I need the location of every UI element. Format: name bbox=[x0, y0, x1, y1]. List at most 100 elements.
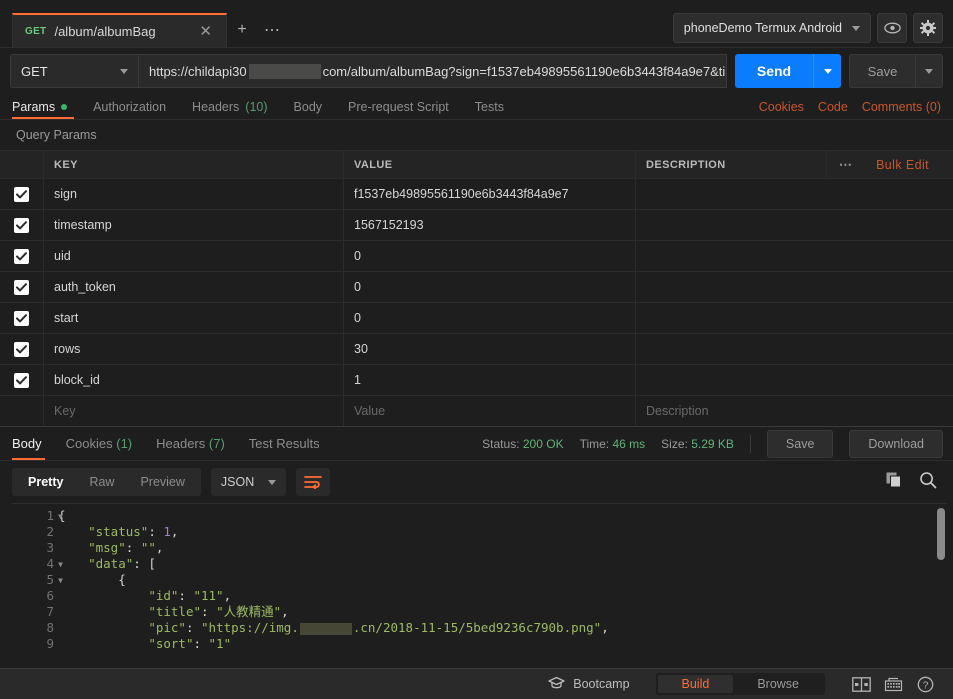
environment-selector[interactable]: phoneDemo Termux Android bbox=[672, 13, 871, 43]
table-row-empty[interactable]: Key Value Description bbox=[0, 395, 953, 426]
row-checkbox[interactable] bbox=[0, 334, 44, 364]
view-mode-pretty[interactable]: Pretty bbox=[15, 471, 76, 493]
param-description[interactable] bbox=[636, 334, 953, 364]
param-key[interactable]: auth_token bbox=[44, 272, 344, 302]
send-button[interactable]: Send bbox=[735, 54, 813, 88]
checkbox-icon[interactable] bbox=[14, 217, 29, 233]
param-value[interactable]: 0 bbox=[344, 272, 636, 302]
value-input-empty[interactable]: Value bbox=[344, 396, 636, 426]
param-description[interactable] bbox=[636, 179, 953, 209]
close-icon[interactable]: ✕ bbox=[195, 22, 216, 40]
param-key[interactable]: uid bbox=[44, 241, 344, 271]
table-row[interactable]: block_id 1 bbox=[0, 364, 953, 395]
view-mode-raw[interactable]: Raw bbox=[76, 471, 127, 493]
key-input-empty[interactable]: Key bbox=[44, 396, 344, 426]
checkbox-icon[interactable] bbox=[14, 248, 29, 264]
plus-icon[interactable]: + bbox=[227, 13, 257, 47]
tab-body[interactable]: Body bbox=[294, 94, 323, 120]
param-value[interactable]: f1537eb49895561190e6b3443f84a9e7 bbox=[344, 179, 636, 209]
cookies-link[interactable]: Cookies bbox=[759, 100, 804, 114]
vertical-scrollbar[interactable] bbox=[937, 508, 945, 560]
code-link[interactable]: Code bbox=[818, 100, 848, 114]
table-row[interactable]: timestamp 1567152193 bbox=[0, 209, 953, 240]
line-number: 8 bbox=[46, 620, 54, 635]
eye-icon[interactable] bbox=[877, 13, 907, 43]
fold-toggle-icon[interactable]: ▼ bbox=[58, 557, 63, 573]
param-description[interactable] bbox=[636, 210, 953, 240]
param-key[interactable]: start bbox=[44, 303, 344, 333]
table-row[interactable]: sign f1537eb49895561190e6b3443f84a9e7 bbox=[0, 178, 953, 209]
response-body-viewer[interactable]: 1 ▼ 2 3 4 ▼ 5 ▼ 6 7 8 9 { "status": 1, "msg": "", "… bbox=[12, 503, 947, 668]
description-input-empty[interactable]: Description bbox=[636, 396, 953, 426]
send-options-button[interactable] bbox=[813, 54, 841, 88]
fold-toggle-icon[interactable]: ▼ bbox=[58, 573, 63, 589]
response-tab-cookies[interactable]: Cookies (1) bbox=[66, 427, 132, 461]
row-checkbox[interactable] bbox=[0, 179, 44, 209]
url-input[interactable]: https://childapi30 com/album/albumBag?sig… bbox=[138, 54, 727, 88]
param-description[interactable] bbox=[636, 365, 953, 395]
save-button[interactable]: Save bbox=[849, 54, 915, 88]
ellipsis-icon[interactable]: ⋯ bbox=[257, 13, 287, 47]
browse-mode-button[interactable]: Browse bbox=[733, 675, 823, 693]
request-tab-album-albumbag[interactable]: GET /album/albumBag ✕ bbox=[12, 13, 227, 47]
view-mode-preview[interactable]: Preview bbox=[127, 471, 197, 493]
request-tab-label: /album/albumBag bbox=[54, 23, 156, 39]
ellipsis-icon[interactable]: ⋯ bbox=[826, 150, 864, 179]
response-tab-headers[interactable]: Headers (7) bbox=[156, 427, 225, 461]
tab-pre-request-script[interactable]: Pre-request Script bbox=[348, 94, 449, 120]
search-icon[interactable] bbox=[919, 471, 937, 494]
two-pane-layout-icon[interactable] bbox=[847, 673, 875, 695]
help-icon[interactable]: ? bbox=[911, 673, 939, 695]
keyboard-icon[interactable] bbox=[879, 673, 907, 695]
param-value[interactable]: 1567152193 bbox=[344, 210, 636, 240]
tab-params[interactable]: Params bbox=[12, 94, 68, 120]
time-value: 46 ms bbox=[612, 436, 646, 451]
table-row[interactable]: rows 30 bbox=[0, 333, 953, 364]
copy-icon[interactable] bbox=[885, 471, 903, 494]
checkbox-icon[interactable] bbox=[14, 341, 29, 357]
row-checkbox[interactable] bbox=[0, 365, 44, 395]
param-key[interactable]: sign bbox=[44, 179, 344, 209]
http-method-select[interactable]: GET bbox=[10, 54, 138, 88]
param-key[interactable]: block_id bbox=[44, 365, 344, 395]
response-save-button[interactable]: Save bbox=[766, 429, 834, 458]
response-format-select[interactable]: JSON bbox=[210, 468, 287, 496]
row-checkbox[interactable] bbox=[0, 272, 44, 302]
checkbox-icon[interactable] bbox=[14, 372, 29, 388]
param-value[interactable]: 1 bbox=[344, 365, 636, 395]
param-value[interactable]: 30 bbox=[344, 334, 636, 364]
table-row[interactable]: uid 0 bbox=[0, 240, 953, 271]
save-options-button[interactable] bbox=[915, 54, 943, 88]
row-checkbox[interactable] bbox=[0, 303, 44, 333]
checkbox-icon[interactable] bbox=[14, 310, 29, 326]
param-description[interactable] bbox=[636, 272, 953, 302]
param-key[interactable]: rows bbox=[44, 334, 344, 364]
fold-toggle-icon[interactable]: ▼ bbox=[58, 509, 63, 525]
response-tab-test-results[interactable]: Test Results bbox=[249, 427, 320, 461]
tab-authorization[interactable]: Authorization bbox=[93, 94, 166, 120]
param-key[interactable]: timestamp bbox=[44, 210, 344, 240]
table-row[interactable]: start 0 bbox=[0, 302, 953, 333]
line-number: 1 ▼ bbox=[46, 508, 63, 523]
param-value[interactable]: 0 bbox=[344, 303, 636, 333]
checkbox-icon[interactable] bbox=[14, 186, 29, 202]
table-row[interactable]: auth_token 0 bbox=[0, 271, 953, 302]
bootcamp-button[interactable]: Bootcamp bbox=[548, 676, 630, 692]
gear-icon[interactable] bbox=[913, 13, 943, 43]
param-description[interactable] bbox=[636, 241, 953, 271]
build-mode-button[interactable]: Build bbox=[657, 675, 734, 693]
bulk-edit-button[interactable]: Bulk Edit bbox=[864, 151, 943, 179]
tab-tests[interactable]: Tests bbox=[475, 94, 504, 120]
response-download-button[interactable]: Download bbox=[849, 429, 943, 458]
row-checkbox[interactable] bbox=[0, 210, 44, 240]
row-checkbox-empty[interactable] bbox=[0, 396, 44, 426]
checkbox-icon[interactable] bbox=[14, 279, 29, 295]
response-tab-body[interactable]: Body bbox=[12, 427, 42, 461]
param-description[interactable] bbox=[636, 303, 953, 333]
comments-link[interactable]: Comments (0) bbox=[862, 100, 941, 114]
word-wrap-icon[interactable] bbox=[296, 468, 331, 496]
row-checkbox[interactable] bbox=[0, 241, 44, 271]
tab-headers-count: (10) bbox=[245, 99, 268, 114]
param-value[interactable]: 0 bbox=[344, 241, 636, 271]
tab-headers[interactable]: Headers (10) bbox=[192, 94, 267, 120]
